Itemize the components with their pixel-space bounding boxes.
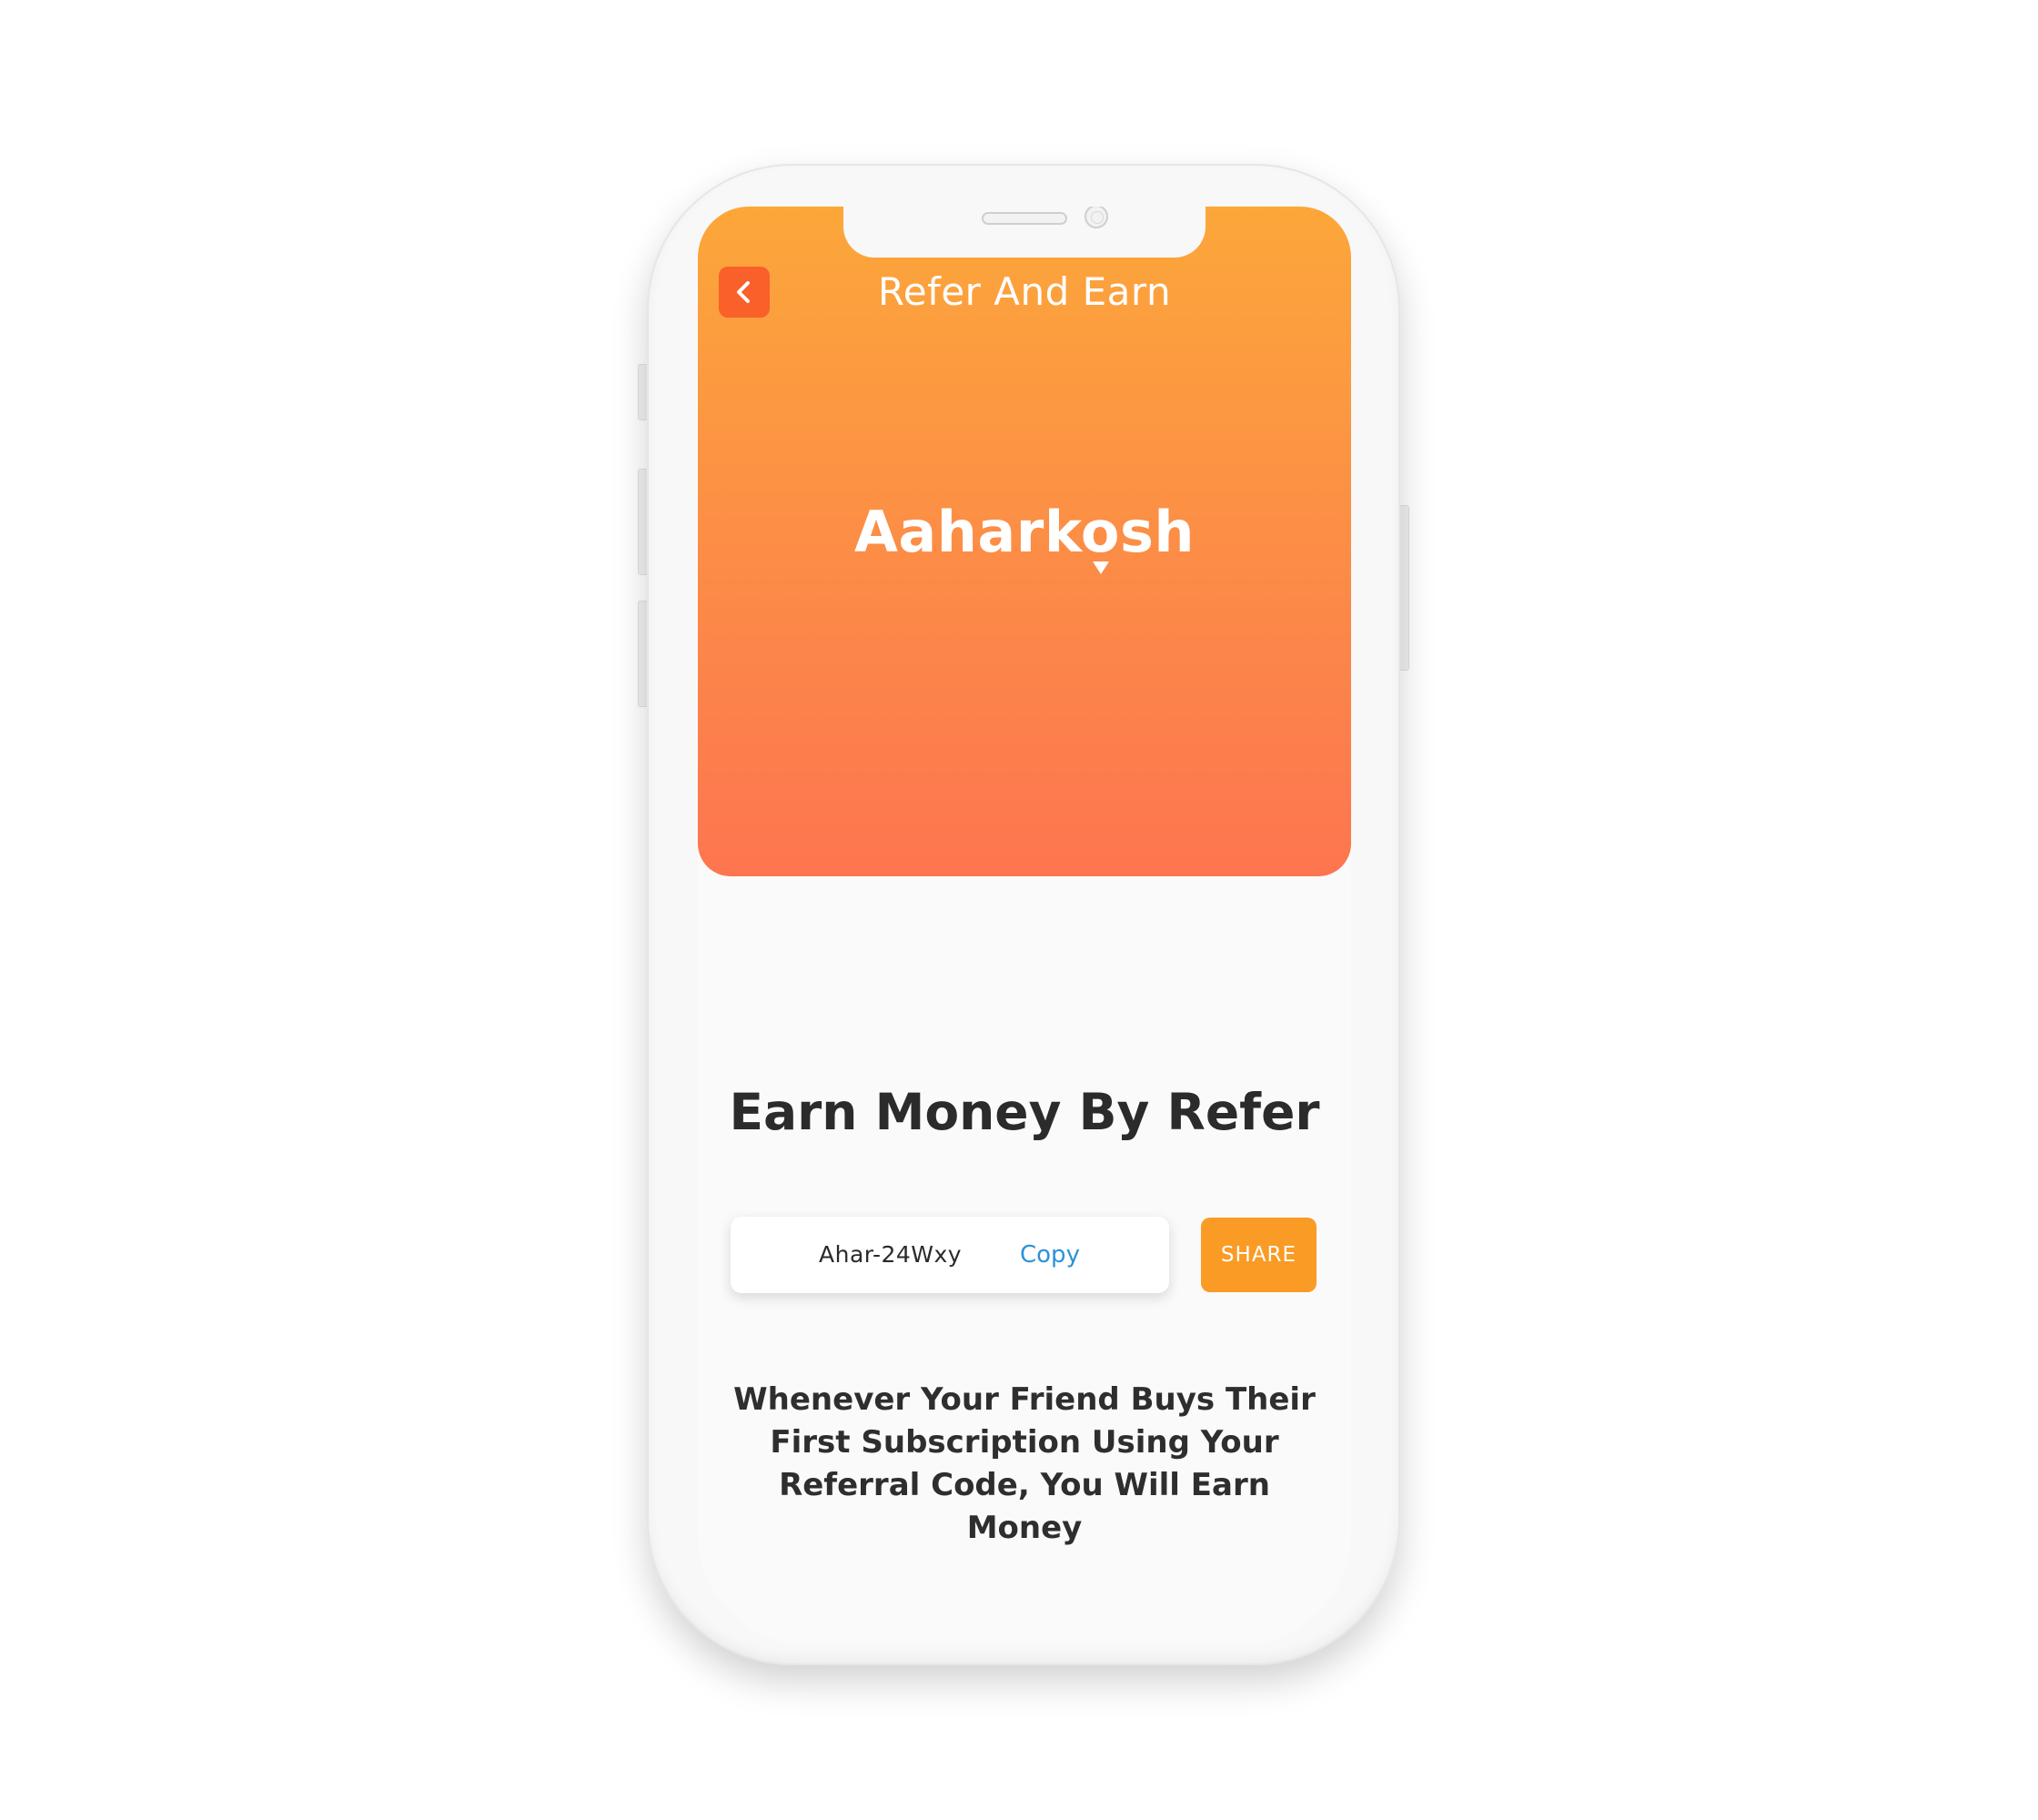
front-camera [1085,207,1108,228]
speaker-grille [982,212,1067,225]
phone-screen: Refer And Earn Aaharkosh Earn Money By R… [698,207,1351,1644]
referral-description: Whenever Your Friend Buys Their First Su… [733,1381,1316,1546]
brand-logo-text: Aaharkosh [853,499,1196,565]
location-pin-icon [1093,561,1109,574]
header-banner: Refer And Earn Aaharkosh [698,207,1351,876]
headline: Earn Money By Refer [729,1083,1320,1141]
page-title: Refer And Earn [877,269,1172,314]
share-button[interactable]: SHARE [1201,1218,1317,1292]
page: Refer And Earn Aaharkosh Earn Money By R… [0,0,2038,1820]
phone-notch [843,207,1206,258]
referral-code-card: Ahar-24Wxy Copy [731,1217,1169,1293]
copy-button[interactable]: Copy [1020,1217,1080,1293]
referral-code: Ahar-24Wxy [819,1241,963,1268]
